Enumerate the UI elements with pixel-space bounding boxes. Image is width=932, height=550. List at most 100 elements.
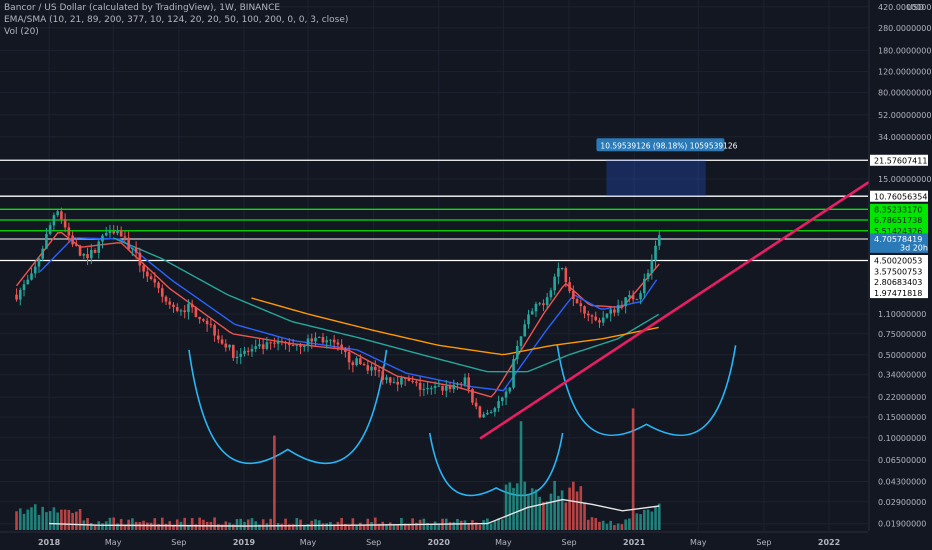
- volume-bar: [598, 521, 601, 530]
- candle: [456, 383, 459, 385]
- candle: [157, 282, 160, 289]
- volume-bar: [501, 519, 504, 530]
- volume-bar: [52, 507, 56, 530]
- volume-bar: [515, 483, 519, 530]
- volume-bar: [512, 487, 515, 530]
- candle: [411, 381, 414, 383]
- volume-bar: [235, 519, 239, 530]
- candle: [329, 339, 332, 341]
- currency-label: USD: [906, 3, 924, 12]
- candle: [579, 303, 583, 307]
- candle: [624, 297, 627, 307]
- candle: [534, 303, 538, 312]
- candle: [276, 341, 280, 344]
- candle: [183, 310, 187, 313]
- candle: [493, 408, 497, 412]
- candle: [134, 247, 138, 253]
- volume-bar: [359, 522, 362, 530]
- candle: [254, 346, 258, 349]
- candle: [572, 291, 575, 300]
- volume-bar: [467, 523, 471, 530]
- volume-bar: [276, 523, 280, 530]
- indicator-label[interactable]: EMA/SMA (10, 21, 89, 200, 377, 10, 124, …: [4, 14, 348, 26]
- volume-bar: [471, 520, 474, 530]
- candle: [332, 339, 336, 343]
- candle: [67, 227, 71, 236]
- candle: [609, 309, 613, 314]
- volume-bar: [33, 504, 37, 530]
- candle: [433, 386, 437, 388]
- chart-legend: Bancor / US Dollar (calculated by Tradin…: [4, 2, 348, 38]
- time-tick-label: 2018: [38, 538, 61, 547]
- volume-bar: [373, 517, 377, 530]
- candle: [168, 301, 172, 305]
- candle: [545, 297, 549, 306]
- candle: [194, 307, 198, 317]
- volume-bar: [89, 522, 93, 530]
- candle: [153, 278, 157, 283]
- candle: [519, 336, 523, 346]
- candle: [250, 348, 254, 352]
- candle: [418, 382, 422, 390]
- price-chart[interactable]: 21.57607411 10.76056354 8.35233170 6.786517…: [0, 0, 932, 550]
- volume-bar: [246, 519, 250, 530]
- volume-bar: [75, 511, 78, 530]
- volume-bar: [284, 518, 287, 530]
- candle: [78, 245, 82, 256]
- candle: [355, 358, 358, 366]
- time-tick-label: May: [300, 538, 317, 547]
- price-tick-label: 120.0000000: [878, 68, 931, 77]
- volume-bar: [575, 491, 579, 530]
- volume-bar: [146, 522, 149, 530]
- candle: [112, 231, 116, 234]
- volume-bar: [131, 518, 134, 530]
- candle: [643, 278, 646, 294]
- candle: [164, 296, 168, 302]
- volume-bar: [493, 520, 497, 530]
- candle: [336, 342, 340, 345]
- volume-bar: [261, 519, 265, 530]
- symbol-title[interactable]: Bancor / US Dollar (calculated by Tradin…: [4, 2, 348, 14]
- candle: [217, 335, 220, 340]
- candle: [489, 411, 493, 413]
- volume-bar: [239, 518, 243, 530]
- volume-bar: [101, 523, 104, 530]
- volume-bar: [299, 519, 302, 530]
- level-label: 21.57607411: [874, 156, 927, 165]
- candle: [224, 343, 228, 348]
- volume-indicator-label[interactable]: Vol (20): [4, 26, 348, 38]
- candle: [631, 295, 635, 300]
- candle: [616, 305, 620, 313]
- candle: [231, 344, 235, 358]
- candle: [71, 235, 74, 245]
- price-tick-label: 0.02900000: [878, 498, 926, 507]
- candle: [467, 377, 471, 390]
- volume-bar: [273, 435, 276, 530]
- candle: [310, 338, 314, 342]
- volume-bar: [560, 490, 564, 530]
- candle: [344, 348, 347, 353]
- volume-bar: [433, 521, 437, 530]
- candle: [317, 336, 321, 338]
- volume-bar: [202, 519, 205, 530]
- candle: [243, 350, 246, 354]
- volume-bar: [478, 524, 482, 530]
- candle: [265, 342, 269, 349]
- volume-bar: [295, 518, 299, 530]
- candle: [235, 356, 239, 358]
- volume-bar: [613, 525, 616, 530]
- volume-bar: [590, 517, 594, 530]
- candle: [437, 385, 441, 387]
- candle: [86, 254, 89, 259]
- volume-bar: [564, 502, 568, 530]
- candle: [515, 345, 519, 360]
- volume-bar: [265, 523, 269, 530]
- candle: [123, 236, 127, 238]
- volume-bar: [388, 522, 392, 530]
- candle: [459, 383, 463, 385]
- candle: [291, 345, 295, 347]
- chart-background: [0, 0, 932, 550]
- candle: [512, 359, 515, 388]
- candle: [542, 303, 545, 306]
- candle: [560, 268, 564, 270]
